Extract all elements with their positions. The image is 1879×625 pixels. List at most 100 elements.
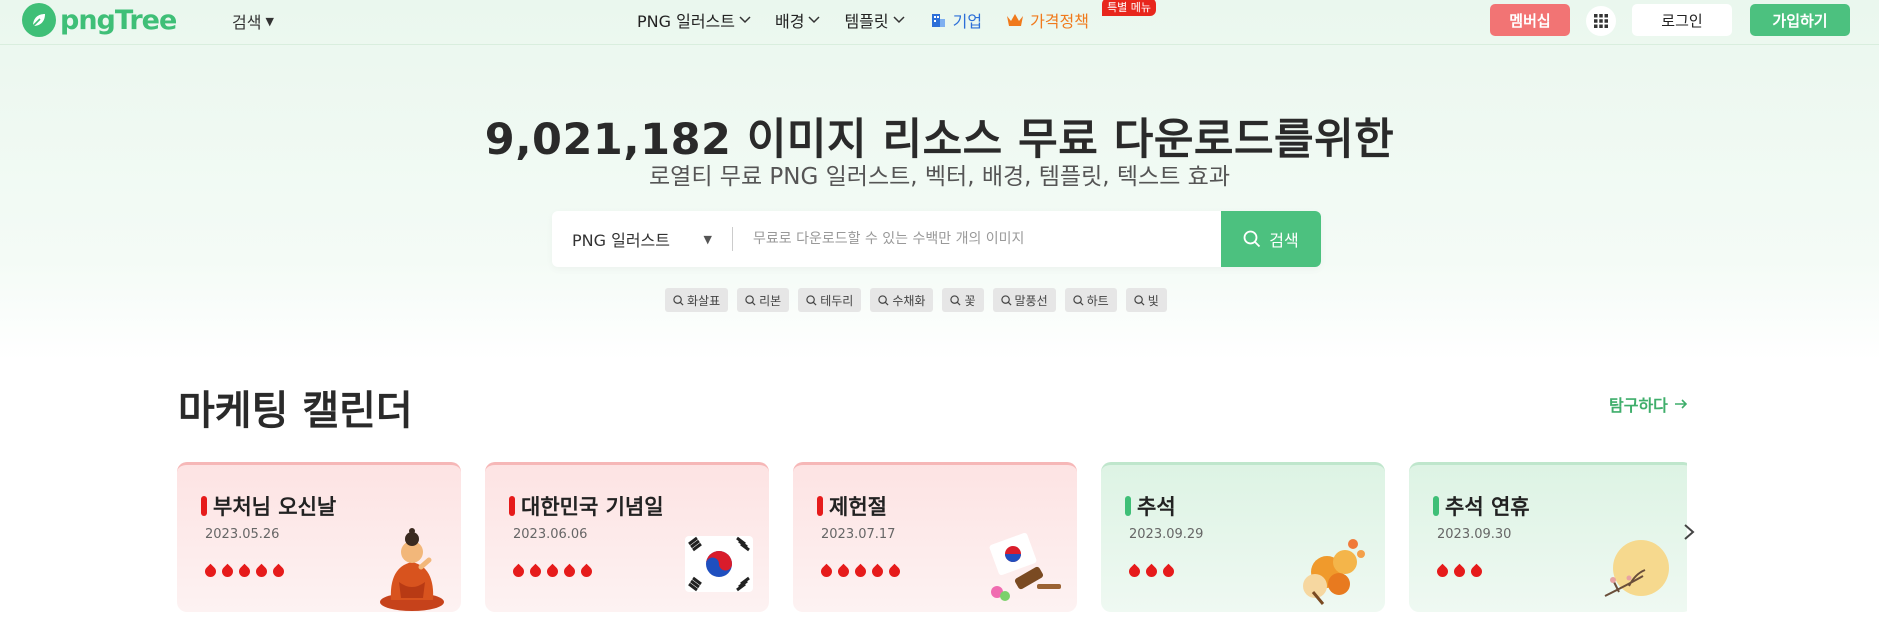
tag-item[interactable]: 꽃 [942, 288, 984, 312]
drop-icon [253, 563, 270, 580]
search-menu-label: 검색 [232, 13, 262, 32]
pngtree-logo[interactable]: pngTree [22, 2, 177, 38]
calendar-card[interactable]: 추석 2023.09.29 [1101, 462, 1385, 612]
logo-text: pngTree [60, 4, 177, 36]
carousel-next-button[interactable] [1683, 522, 1695, 547]
calendar-card[interactable]: 부처님 오신날 2023.05.26 [177, 462, 461, 612]
drop-icon [1434, 563, 1451, 580]
explore-link[interactable]: 탐구하다 [1609, 392, 1688, 416]
search-icon [1243, 230, 1261, 248]
login-button[interactable]: 로그인 [1632, 4, 1732, 36]
nav-background[interactable]: 배경 [775, 8, 820, 32]
drop-icon [527, 563, 544, 580]
card-title: 추석 연휴 [1433, 491, 1530, 521]
search-input[interactable] [733, 211, 1221, 267]
special-menu-badge: 특별 메뉴 [1102, 0, 1157, 16]
popular-tags: 화살표 리본 테두리 수채화 꽃 말풍선 하트 빛 [665, 288, 1167, 312]
card-date: 2023.05.26 [205, 527, 280, 542]
nav-pricing[interactable]: 가격정책 특별 메뉴 [1006, 0, 1157, 32]
tag-item[interactable]: 리본 [737, 288, 790, 312]
drop-icon [202, 563, 219, 580]
popularity-drops [818, 563, 903, 580]
moon-illustration [1604, 540, 1669, 597]
crown-icon [1007, 14, 1024, 26]
chevron-down-icon [739, 16, 751, 24]
tag-item[interactable]: 화살표 [665, 288, 729, 312]
search-type-dropdown[interactable]: PNG 일러스트 ▼ [552, 211, 732, 267]
drop-icon [270, 563, 287, 580]
drop-icon [869, 563, 886, 580]
search-bar: PNG 일러스트 ▼ 검색 [552, 211, 1321, 267]
nav-template[interactable]: 템플릿 [844, 8, 905, 32]
title-marker [817, 496, 823, 516]
apps-button[interactable] [1586, 6, 1616, 36]
card-title: 추석 [1125, 491, 1176, 521]
tag-item[interactable]: 테두리 [798, 288, 862, 312]
search-icon [1000, 294, 1012, 306]
drop-icon [1468, 563, 1485, 580]
drop-icon [852, 563, 869, 580]
search-icon [806, 294, 817, 306]
nav-png-illustration[interactable]: PNG 일러스트 [637, 8, 751, 32]
top-header: pngTree 검색 ▼ PNG 일러스트 배경 템플릿 기업 가격정책 특별 … [0, 0, 1879, 45]
main-nav: PNG 일러스트 배경 템플릿 기업 가격정책 특별 메뉴 [637, 0, 1157, 32]
drop-icon [835, 563, 852, 580]
search-button[interactable]: 검색 [1221, 211, 1321, 267]
chevron-down-icon [893, 16, 905, 24]
membership-button[interactable]: 멤버십 [1490, 4, 1570, 36]
search-menu[interactable]: 검색 ▼ [232, 9, 274, 33]
card-date: 2023.09.30 [1437, 527, 1512, 542]
drop-icon [561, 563, 578, 580]
drop-icon [578, 563, 595, 580]
card-title: 부처님 오신날 [201, 491, 336, 521]
calendar-card[interactable]: 대한민국 기념일 2023.06.06 [485, 462, 769, 612]
tag-label: 테두리 [820, 293, 854, 308]
drop-icon [544, 563, 561, 580]
drop-icon [1451, 563, 1468, 580]
tag-item[interactable]: 빛 [1125, 288, 1167, 312]
popularity-drops [1434, 563, 1485, 580]
tag-item[interactable]: 수채화 [870, 288, 934, 312]
card-title-text: 추석 [1137, 495, 1176, 519]
calendar-card[interactable]: 제헌절 2023.07.17 [793, 462, 1077, 612]
card-date: 2023.07.17 [821, 527, 896, 542]
popularity-drops [510, 563, 595, 580]
popularity-drops [1126, 563, 1177, 580]
tag-label: 수채화 [892, 293, 926, 308]
tag-label: 리본 [759, 293, 782, 308]
drop-icon [1126, 563, 1143, 580]
section-title: 마케팅 캘린더 [178, 388, 413, 434]
constitution-illustration [989, 532, 1061, 601]
calendar-cards: 부처님 오신날 2023.05.26 대한민국 기념일 2023.06.06 제… [177, 462, 1687, 612]
search-icon [878, 294, 889, 306]
taegukgi-illustration [685, 536, 753, 592]
search-icon [950, 294, 961, 306]
drop-icon [886, 563, 903, 580]
tag-item[interactable]: 말풍선 [992, 288, 1056, 312]
buddha-illustration [380, 528, 444, 611]
calendar-card[interactable]: 추석 연휴 2023.09.30 [1409, 462, 1687, 612]
search-icon [673, 294, 684, 306]
search-icon [1072, 294, 1084, 306]
caret-down-icon: ▼ [703, 232, 712, 246]
tag-label: 꽃 [964, 293, 976, 308]
card-title-text: 부처님 오신날 [213, 495, 337, 519]
caret-down-icon: ▼ [265, 14, 274, 28]
tag-label: 화살표 [687, 293, 721, 308]
search-icon [1134, 294, 1145, 306]
tag-item[interactable]: 하트 [1064, 288, 1117, 312]
search-button-label: 검색 [1269, 231, 1299, 250]
nav-business[interactable]: 기업 [929, 8, 982, 32]
nav-label: 기업 [952, 12, 983, 31]
card-title: 대한민국 기념일 [509, 491, 664, 521]
drop-icon [1143, 563, 1160, 580]
signup-button[interactable]: 가입하기 [1750, 4, 1850, 36]
search-type-label: PNG 일러스트 [572, 231, 670, 250]
drop-icon [219, 563, 236, 580]
tag-label: 하트 [1086, 293, 1109, 308]
arrow-right-icon [1674, 399, 1688, 409]
explore-link-label: 탐구하다 [1609, 396, 1668, 415]
card-title-text: 추석 연휴 [1445, 495, 1530, 519]
title-marker [201, 496, 207, 516]
tag-label: 말풍선 [1014, 293, 1048, 308]
